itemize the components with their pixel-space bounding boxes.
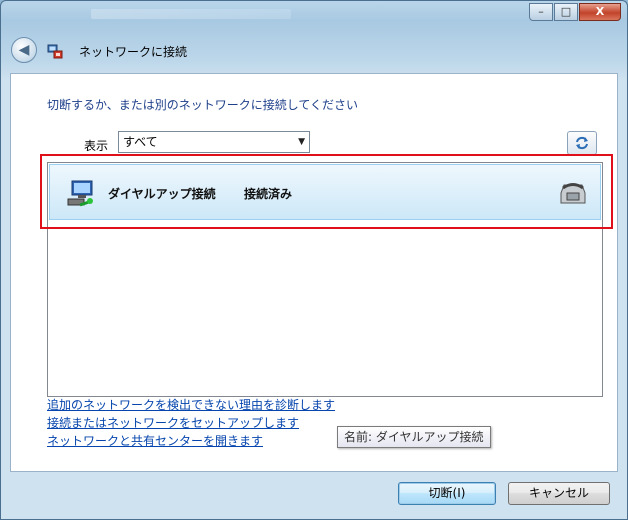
back-button[interactable]: ◀	[11, 37, 37, 63]
title-bar-blur	[91, 9, 291, 19]
tooltip: 名前: ダイヤルアップ接続	[337, 426, 491, 448]
close-button[interactable]: X	[579, 3, 621, 21]
cancel-button[interactable]: キャンセル	[508, 482, 610, 505]
open-network-center-link[interactable]: ネットワークと共有センターを開きます	[47, 432, 335, 450]
disconnect-button[interactable]: 切断(I)	[398, 482, 496, 505]
setup-connection-link[interactable]: 接続またはネットワークをセットアップします	[47, 414, 335, 432]
refresh-button[interactable]	[567, 131, 597, 155]
show-filter-select[interactable]: すべて ▼	[118, 131, 310, 153]
title-bar[interactable]: – □ X	[1, 1, 627, 27]
maximize-button[interactable]: □	[554, 3, 578, 21]
nav-bar: ◀ ネットワークに接続	[1, 29, 627, 73]
button-bar: 切断(I) キャンセル	[1, 473, 627, 519]
links-section: 追加のネットワークを検出できない理由を診断します 接続またはネットワークをセット…	[47, 396, 335, 450]
network-wizard-icon	[47, 44, 63, 59]
instruction-text: 切断するか、または別のネットワークに接続してください	[47, 98, 359, 112]
minimize-button[interactable]: –	[529, 3, 553, 21]
dropdown-arrow-icon: ▼	[298, 137, 305, 147]
page-title: ネットワークに接続	[79, 45, 188, 59]
refresh-icon	[576, 136, 588, 150]
show-label: 表示	[84, 139, 109, 153]
content-panel: 切断するか、または別のネットワークに接続してください 表示 すべて ▼ ダイヤル…	[10, 73, 618, 472]
show-filter-value: すべて	[123, 135, 158, 149]
back-arrow-icon: ◀	[18, 42, 30, 58]
highlight-box	[40, 154, 613, 229]
dialog-window: – □ X ◀ ネットワークに接続 切断するか、または別のネットワークに接続して…	[0, 0, 628, 520]
diagnose-link[interactable]: 追加のネットワークを検出できない理由を診断します	[47, 396, 335, 414]
window-controls: – □ X	[528, 3, 621, 21]
